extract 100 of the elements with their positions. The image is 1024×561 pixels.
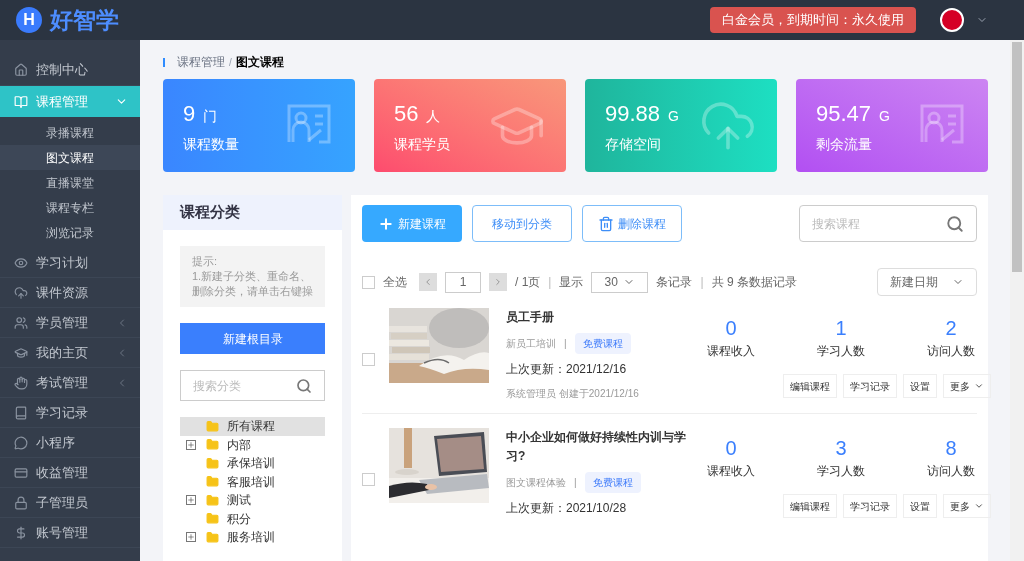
sidebar-item[interactable]: 学习计划: [0, 248, 140, 278]
action-button[interactable]: 更多: [943, 494, 991, 518]
sidebar-item[interactable]: 账号管理: [0, 518, 140, 548]
breadcrumb-item[interactable]: 课程管理: [177, 53, 225, 71]
course-category: 图文课程体验: [506, 476, 566, 490]
select-all-checkbox[interactable]: [362, 275, 375, 289]
action-button[interactable]: 设置: [903, 374, 937, 398]
expand-icon[interactable]: [186, 532, 196, 543]
menu-icon: [14, 465, 28, 480]
tree-item[interactable]: 服务培训: [180, 528, 325, 547]
sidebar-item[interactable]: 我的主页: [0, 338, 140, 368]
action-button[interactable]: 学习记录: [843, 494, 897, 518]
action-button[interactable]: 设置: [903, 494, 937, 518]
stat-caption: 学习人数: [817, 463, 865, 480]
stat-number: 0: [725, 316, 737, 340]
stat-label: 剩余流量: [816, 134, 873, 154]
menu-icon: [14, 255, 28, 270]
tree-item[interactable]: 测试: [180, 491, 325, 510]
menu-icon: [14, 345, 28, 360]
menu-icon: [14, 285, 28, 300]
next-page-button[interactable]: [489, 273, 507, 291]
stat-value: 99.88: [605, 99, 661, 128]
submenu-item[interactable]: 直播课堂: [0, 170, 140, 195]
move-button[interactable]: 移动到分类: [472, 205, 572, 242]
delete-button[interactable]: 删除课程: [582, 205, 682, 242]
new-root-button[interactable]: 新建根目录: [180, 323, 325, 354]
stat-label: 存储空间: [605, 134, 662, 154]
tree-item[interactable]: 承保培训: [180, 454, 325, 473]
avatar[interactable]: [940, 8, 964, 32]
logo-text: 好智学: [50, 5, 119, 35]
search-icon[interactable]: [946, 214, 964, 233]
folder-icon: [206, 419, 219, 433]
course-checkbox[interactable]: [362, 353, 375, 366]
action-button[interactable]: 编辑课程: [783, 374, 837, 398]
select-all-label: 全选: [383, 274, 407, 291]
stat-number: 1: [835, 316, 847, 340]
stat-value: 95.47: [816, 99, 872, 128]
course-tag: 免费课程: [574, 333, 631, 354]
menu-icon: [14, 405, 28, 420]
submenu-item[interactable]: 图文课程: [0, 145, 140, 170]
submenu-item[interactable]: 录播课程: [0, 120, 140, 145]
scrollbar[interactable]: [1010, 40, 1024, 561]
creator-info: 系统管理员 创建于2021/12/16: [506, 387, 640, 401]
stat-number: 3: [835, 436, 847, 460]
menu-icon: [14, 315, 28, 330]
stat-label: 课程学员: [394, 134, 451, 154]
sidebar-item[interactable]: 小程序: [0, 428, 140, 458]
sidebar-item[interactable]: 学员管理: [0, 308, 140, 338]
search-input[interactable]: 搜索课程: [812, 214, 946, 233]
stat-unit: G: [879, 106, 890, 126]
sidebar-item[interactable]: 学习记录: [0, 398, 140, 428]
menu-icon: [14, 375, 28, 390]
sidebar-item[interactable]: 子管理员: [0, 488, 140, 518]
stat-number: 8: [945, 436, 957, 460]
course-category: 新员工培训: [506, 337, 556, 351]
course-title[interactable]: 中小企业如何做好持续性内训与学习?: [506, 428, 691, 466]
tree-item[interactable]: 所有课程: [180, 417, 325, 436]
course-search-field[interactable]: 搜索课程: [799, 205, 977, 242]
stat-unit: 人: [426, 106, 441, 126]
course-title[interactable]: 员工手册: [506, 308, 691, 327]
stat-caption: 学习人数: [817, 343, 865, 360]
plus-icon: [378, 215, 394, 232]
tree-item[interactable]: 内部: [180, 435, 325, 454]
caret-icon: [974, 501, 984, 511]
stat-caption: 访问人数: [927, 343, 975, 360]
stat-caption: 课程收入: [707, 463, 755, 480]
sort-select[interactable]: 新建日期: [877, 268, 977, 296]
separator: |: [564, 337, 567, 351]
update-date: 上次更新：2021/12/16: [506, 361, 628, 378]
breadcrumb-separator: /: [229, 55, 232, 70]
expand-icon[interactable]: [186, 495, 196, 506]
page-size-select[interactable]: 30: [591, 271, 649, 293]
menu-icon: [14, 525, 28, 540]
page-field[interactable]: 1: [445, 271, 481, 293]
stat-number: 2: [945, 316, 957, 340]
folder-icon: [206, 475, 219, 489]
folder-icon: [206, 456, 219, 470]
sidebar-item[interactable]: 考试管理: [0, 368, 140, 398]
expand-icon[interactable]: [186, 439, 196, 450]
action-button[interactable]: 更多: [943, 374, 991, 398]
search-icon[interactable]: [296, 377, 312, 394]
stat-caption: 访问人数: [927, 463, 975, 480]
course-checkbox[interactable]: [362, 473, 375, 486]
total-records: 共 9 条数据记录: [711, 274, 797, 291]
submenu-item[interactable]: 课程专栏: [0, 195, 140, 220]
search-input[interactable]: 搜索分类: [193, 376, 296, 395]
sidebar-item[interactable]: 收益管理: [0, 458, 140, 488]
stat-caption: 课程收入: [707, 343, 755, 360]
submenu-item[interactable]: 浏览记录: [0, 220, 140, 245]
category-search-field[interactable]: 搜索分类: [180, 370, 325, 401]
action-button[interactable]: 编辑课程: [783, 494, 837, 518]
tree-item[interactable]: 客服培训: [180, 472, 325, 491]
hint-title: 提示:: [192, 254, 219, 269]
hint-text: 1.新建子分类、重命名、删除分类，请单击右键操: [192, 269, 313, 299]
action-button[interactable]: 学习记录: [843, 374, 897, 398]
stat-number: 0: [725, 436, 737, 460]
sidebar-item[interactable]: 课件资源: [0, 278, 140, 308]
tree-item[interactable]: 积分: [180, 509, 325, 528]
stat-label: 课程数量: [183, 134, 240, 154]
records-label: 条记录: [656, 274, 693, 291]
